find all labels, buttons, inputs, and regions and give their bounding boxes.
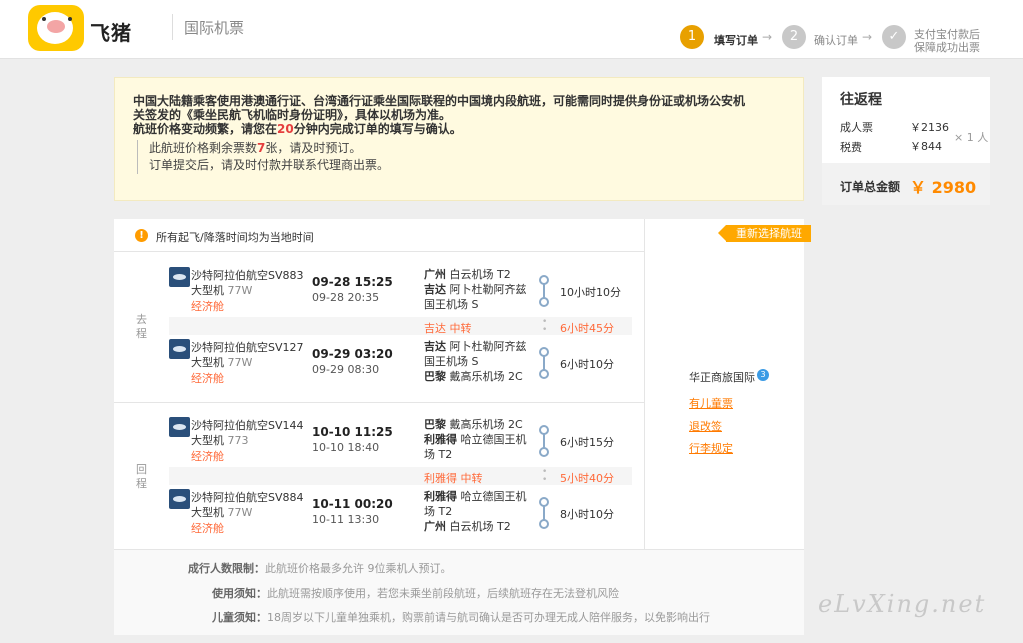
tax-label: 税费: [840, 141, 862, 154]
cabin-class: 经济舱: [191, 450, 224, 463]
notice-box: 中国大陆籍乘客使用港澳通行证、台湾通行证乘坐国际联程的中国境内段航班，可能需同时…: [114, 77, 804, 201]
transfer-city: 利雅得 中转: [424, 472, 483, 485]
arrival-time: 10-11 13:30: [312, 513, 380, 526]
transfer-city: 吉达 中转: [424, 322, 472, 335]
baggage-rules-link[interactable]: 行李规定: [689, 440, 733, 456]
child-ticket-link[interactable]: 有儿童票: [689, 395, 733, 411]
passenger-multiplier: × 1 人: [954, 131, 989, 144]
notice-pay-hint: 订单提交后，请及时付款并联系代理商出票。: [149, 158, 390, 172]
step-1-circle: 1: [680, 25, 704, 49]
exclamation-icon: !: [135, 229, 148, 242]
route-icon: [539, 347, 549, 379]
total-value: ￥ 2980: [910, 178, 977, 197]
flight-duration: 6小时15分: [560, 436, 614, 449]
trip-type-title: 往返程: [840, 92, 882, 108]
refund-change-link[interactable]: 退改签: [689, 418, 722, 434]
price-summary: 往返程 成人票 ￥2136 × 1 人 税费 ￥844 订单总金额 ￥ 2980: [822, 77, 990, 205]
aircraft: 大型机 77W: [191, 506, 253, 519]
warning-text: 所有起飞/降落时间均为当地时间: [156, 231, 314, 244]
flight-duration: 6小时10分: [560, 358, 614, 371]
saudia-logo-icon: [169, 489, 190, 509]
transfer-duration: 5小时40分: [560, 472, 614, 485]
saudia-logo-icon: [169, 417, 190, 437]
notice-id-line2: 关签发的《乘坐民航飞机临时身份证明》，具体以机场为准。: [133, 108, 452, 122]
step-1-label: 填写订单: [714, 34, 758, 47]
arrival-time: 09-28 20:35: [312, 291, 380, 304]
time-limit-minutes: 20: [277, 122, 294, 136]
arrow-right-icon: →: [762, 30, 773, 44]
transfer-dots-icon: • •: [542, 317, 548, 335]
arrow-right-icon: →: [862, 30, 873, 44]
airports: 巴黎 戴高乐机场 2C 利雅得 哈立德国王机场 T2: [424, 418, 527, 461]
agent-name[interactable]: 华正商旅国际 3: [689, 369, 769, 385]
passenger-limit-rule: 成行人数限制：此航班价格最多允许 9位乘机人预订。: [188, 562, 452, 575]
step-2-label: 确认订单: [814, 34, 858, 47]
transfer-duration: 6小时45分: [560, 322, 614, 335]
flight-segment: 沙特阿拉伯航空SV127 大型机 77W 经济舱 09-29 03:20 09-…: [169, 339, 629, 399]
cabin-class: 经济舱: [191, 300, 224, 313]
agent-rating-icon: 3: [757, 369, 769, 381]
airline-flight: 沙特阿拉伯航空SV883: [191, 269, 304, 282]
transfer-dots-icon: • •: [542, 467, 548, 485]
usage-rule: 使用须知：此航班需按顺序使用，若您未乘坐前段航班，后续航班存在无法登机风险: [212, 587, 619, 600]
site-watermark: eLvXing.net: [818, 590, 987, 618]
airports: 广州 白云机场 T2 吉达 阿卜杜勒阿齐兹国王机场 S: [424, 268, 527, 311]
tax-value: ￥844: [910, 140, 942, 153]
saudia-logo-icon: [169, 339, 190, 359]
notice-id-line1: 中国大陆籍乘客使用港澳通行证、台湾通行证乘坐国际联程的中国境内段航班，可能需同时…: [133, 94, 746, 108]
booking-rules: 成行人数限制：此航班价格最多允许 9位乘机人预订。 使用须知：此航班需按顺序使用…: [114, 549, 804, 635]
departure-time: 10-10 11:25: [312, 425, 393, 439]
arrival-time: 09-29 08:30: [312, 363, 380, 376]
notice-sub-list: 此航班价格剩余票数7张，请及时预订。 订单提交后，请及时付款并联系代理商出票。: [133, 140, 785, 174]
flight-details: ! 所有起飞/降落时间均为当地时间 重新选择航班 华正商旅国际 3 有儿童票 退改…: [114, 219, 811, 635]
airline-flight: 沙特阿拉伯航空SV884: [191, 491, 304, 504]
transfer-row: 利雅得 中转 • • 5小时40分: [169, 467, 632, 485]
step-2-circle: 2: [782, 25, 806, 49]
flight-segment: 沙特阿拉伯航空SV884 大型机 77W 经济舱 10-11 00:20 10-…: [169, 489, 629, 549]
fliggy-logo[interactable]: 飞猪: [28, 5, 140, 51]
airports: 利雅得 哈立德国王机场 T2 广州 白云机场 T2: [424, 490, 527, 533]
adult-fare-value: ￥2136: [910, 121, 949, 134]
local-time-warning: ! 所有起飞/降落时间均为当地时间: [114, 219, 644, 252]
agent-panel: 华正商旅国际 3 有儿童票 退改签 行李规定: [644, 219, 804, 549]
transfer-row: 吉达 中转 • • 6小时45分: [169, 317, 632, 335]
route-icon: [539, 275, 549, 307]
page-title: 国际机票: [184, 19, 245, 37]
adult-fare-label: 成人票: [840, 121, 873, 134]
flight-duration: 8小时10分: [560, 508, 614, 521]
notice-time-limit: 航班价格变动频繁，请您在20分钟内完成订单的填写与确认。: [133, 122, 462, 136]
child-rule: 儿童须知：18周岁以下儿童单独乘机，购票前请与航司确认是否可办理无成人陪伴服务，…: [212, 611, 710, 624]
header-divider: [172, 14, 173, 40]
route-icon: [539, 425, 549, 457]
step-3-check-icon: ✓: [882, 25, 906, 49]
return-label: 回程: [136, 463, 147, 490]
aircraft: 大型机 773: [191, 434, 249, 447]
departure-time: 10-11 00:20: [312, 497, 393, 511]
aircraft: 大型机 77W: [191, 284, 253, 297]
outbound-label: 去程: [136, 313, 147, 340]
departure-time: 09-28 15:25: [312, 275, 393, 289]
header: 飞猪 国际机票 1 填写订单 → 2 确认订单 → ✓ 支付宝付款后 保障成功出…: [0, 0, 1023, 59]
airline-flight: 沙特阿拉伯航空SV127: [191, 341, 304, 354]
departure-time: 09-29 03:20: [312, 347, 393, 361]
cabin-class: 经济舱: [191, 372, 224, 385]
cabin-class: 经济舱: [191, 522, 224, 535]
total-label: 订单总金额: [840, 180, 901, 194]
arrival-time: 10-10 18:40: [312, 441, 380, 454]
pig-logo-icon: [28, 5, 84, 51]
route-icon: [539, 497, 549, 529]
airline-flight: 沙特阿拉伯航空SV144: [191, 419, 304, 432]
logo-text: 飞猪: [90, 21, 132, 45]
notice-tickets-left: 此航班价格剩余票数7张，请及时预订。: [149, 141, 362, 155]
flight-duration: 10小时10分: [560, 286, 621, 299]
saudia-logo-icon: [169, 267, 190, 287]
leg-divider: [114, 402, 644, 403]
airports: 吉达 阿卜杜勒阿齐兹国王机场 S 巴黎 戴高乐机场 2C: [424, 340, 527, 383]
aircraft: 大型机 77W: [191, 356, 253, 369]
step-3-label-line2: 保障成功出票: [914, 41, 980, 54]
